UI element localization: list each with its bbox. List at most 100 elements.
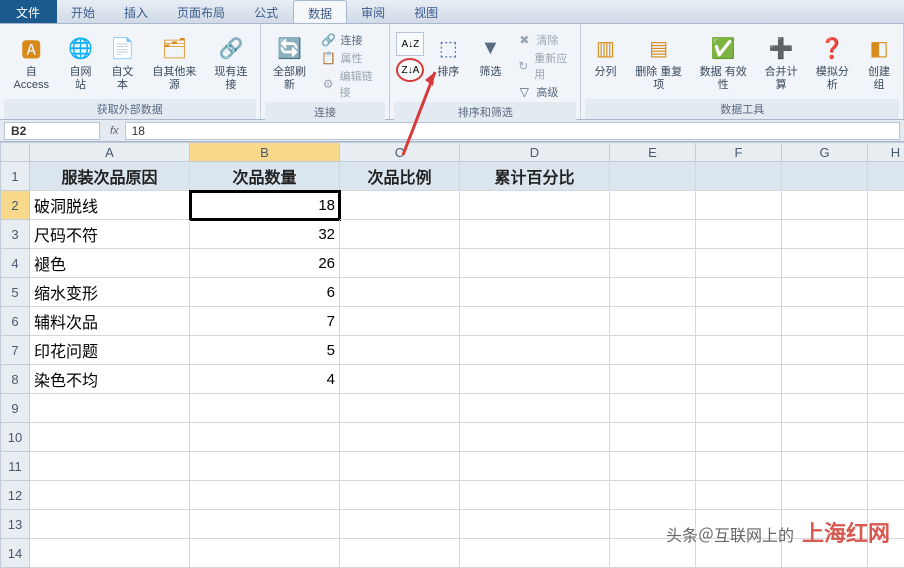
cell-D4[interactable] bbox=[460, 249, 610, 278]
cell-D9[interactable] bbox=[460, 394, 610, 423]
cell-H1[interactable] bbox=[868, 162, 904, 191]
cell-B8[interactable]: 4 bbox=[190, 365, 340, 394]
text-to-columns-button[interactable]: ▥分列 bbox=[585, 30, 625, 81]
cell-D10[interactable] bbox=[460, 423, 610, 452]
group-button[interactable]: ◧创建组 bbox=[859, 30, 899, 94]
col-header-H[interactable]: H bbox=[868, 142, 904, 162]
cell-D14[interactable] bbox=[460, 539, 610, 568]
tab-formula[interactable]: 公式 bbox=[240, 0, 293, 23]
cell-H4[interactable] bbox=[868, 249, 904, 278]
cell-D3[interactable] bbox=[460, 220, 610, 249]
cell-C7[interactable] bbox=[340, 336, 460, 365]
cell-F8[interactable] bbox=[696, 365, 782, 394]
cell-A10[interactable] bbox=[30, 423, 190, 452]
cell-C6[interactable] bbox=[340, 307, 460, 336]
from-text-button[interactable]: 📄自文本 bbox=[103, 30, 143, 94]
cell-H12[interactable] bbox=[868, 481, 904, 510]
col-header-E[interactable]: E bbox=[610, 142, 696, 162]
cell-B10[interactable] bbox=[190, 423, 340, 452]
row-header-9[interactable]: 9 bbox=[0, 394, 30, 423]
cell-H3[interactable] bbox=[868, 220, 904, 249]
cell-H10[interactable] bbox=[868, 423, 904, 452]
cell-G10[interactable] bbox=[782, 423, 868, 452]
cell-E10[interactable] bbox=[610, 423, 696, 452]
cell-B14[interactable] bbox=[190, 539, 340, 568]
from-access-button[interactable]: 🅰自 Access bbox=[4, 30, 59, 94]
cell-F2[interactable] bbox=[696, 191, 782, 220]
cell-F9[interactable] bbox=[696, 394, 782, 423]
cell-D1[interactable]: 累计百分比 bbox=[460, 162, 610, 191]
cell-C13[interactable] bbox=[340, 510, 460, 539]
row-header-7[interactable]: 7 bbox=[0, 336, 30, 365]
cell-G8[interactable] bbox=[782, 365, 868, 394]
sort-dialog-button[interactable]: ⬚排序 bbox=[428, 30, 468, 81]
cell-D6[interactable] bbox=[460, 307, 610, 336]
reapply-button[interactable]: ↻重新应用 bbox=[516, 50, 572, 82]
cell-A13[interactable] bbox=[30, 510, 190, 539]
cell-E11[interactable] bbox=[610, 452, 696, 481]
existing-conn-button[interactable]: 🔗现有连接 bbox=[206, 30, 255, 94]
cell-B7[interactable]: 5 bbox=[190, 336, 340, 365]
cell-C12[interactable] bbox=[340, 481, 460, 510]
cell-F6[interactable] bbox=[696, 307, 782, 336]
col-header-G[interactable]: G bbox=[782, 142, 868, 162]
cell-B5[interactable]: 6 bbox=[190, 278, 340, 307]
col-header-A[interactable]: A bbox=[30, 142, 190, 162]
row-header-10[interactable]: 10 bbox=[0, 423, 30, 452]
from-other-button[interactable]: 🗂自其他来源 bbox=[145, 30, 205, 94]
tab-home[interactable]: 开始 bbox=[57, 0, 110, 23]
cell-D12[interactable] bbox=[460, 481, 610, 510]
clear-filter-button[interactable]: ✖清除 bbox=[516, 32, 572, 48]
cell-G4[interactable] bbox=[782, 249, 868, 278]
cell-H11[interactable] bbox=[868, 452, 904, 481]
cell-F1[interactable] bbox=[696, 162, 782, 191]
cell-G12[interactable] bbox=[782, 481, 868, 510]
cell-H2[interactable] bbox=[868, 191, 904, 220]
name-box[interactable]: B2 bbox=[4, 122, 100, 140]
row-header-14[interactable]: 14 bbox=[0, 539, 30, 568]
edit-links-button[interactable]: ⚙编辑链接 bbox=[320, 68, 381, 100]
row-header-13[interactable]: 13 bbox=[0, 510, 30, 539]
cell-G2[interactable] bbox=[782, 191, 868, 220]
cell-A2[interactable]: 破洞脱线 bbox=[30, 191, 190, 220]
row-header-12[interactable]: 12 bbox=[0, 481, 30, 510]
col-header-F[interactable]: F bbox=[696, 142, 782, 162]
cell-B12[interactable] bbox=[190, 481, 340, 510]
cell-A8[interactable]: 染色不均 bbox=[30, 365, 190, 394]
row-header-4[interactable]: 4 bbox=[0, 249, 30, 278]
tab-layout[interactable]: 页面布局 bbox=[163, 0, 240, 23]
cell-G11[interactable] bbox=[782, 452, 868, 481]
cell-G9[interactable] bbox=[782, 394, 868, 423]
cell-A5[interactable]: 缩水变形 bbox=[30, 278, 190, 307]
cell-E3[interactable] bbox=[610, 220, 696, 249]
cell-E7[interactable] bbox=[610, 336, 696, 365]
cell-C14[interactable] bbox=[340, 539, 460, 568]
from-web-button[interactable]: 🌐自网站 bbox=[61, 30, 101, 94]
cell-C5[interactable] bbox=[340, 278, 460, 307]
cell-B11[interactable] bbox=[190, 452, 340, 481]
cell-G6[interactable] bbox=[782, 307, 868, 336]
refresh-all-button[interactable]: 🔄全部刷新 bbox=[265, 30, 315, 94]
cell-B1[interactable]: 次品数量 bbox=[190, 162, 340, 191]
cell-F11[interactable] bbox=[696, 452, 782, 481]
cell-C4[interactable] bbox=[340, 249, 460, 278]
tab-review[interactable]: 审阅 bbox=[347, 0, 400, 23]
cell-A11[interactable] bbox=[30, 452, 190, 481]
cell-E5[interactable] bbox=[610, 278, 696, 307]
cell-F12[interactable] bbox=[696, 481, 782, 510]
cell-C8[interactable] bbox=[340, 365, 460, 394]
row-header-11[interactable]: 11 bbox=[0, 452, 30, 481]
whatif-button[interactable]: ❓模拟分析 bbox=[808, 30, 857, 94]
cell-E8[interactable] bbox=[610, 365, 696, 394]
cell-B3[interactable]: 32 bbox=[190, 220, 340, 249]
cell-B6[interactable]: 7 bbox=[190, 307, 340, 336]
cell-A4[interactable]: 褪色 bbox=[30, 249, 190, 278]
sort-asc-button[interactable]: A↓Z bbox=[396, 32, 424, 56]
cell-A12[interactable] bbox=[30, 481, 190, 510]
cell-E12[interactable] bbox=[610, 481, 696, 510]
col-header-C[interactable]: C bbox=[340, 142, 460, 162]
cell-D8[interactable] bbox=[460, 365, 610, 394]
tab-file[interactable]: 文件 bbox=[0, 0, 57, 23]
row-header-5[interactable]: 5 bbox=[0, 278, 30, 307]
advanced-filter-button[interactable]: ▽高级 bbox=[516, 84, 572, 100]
